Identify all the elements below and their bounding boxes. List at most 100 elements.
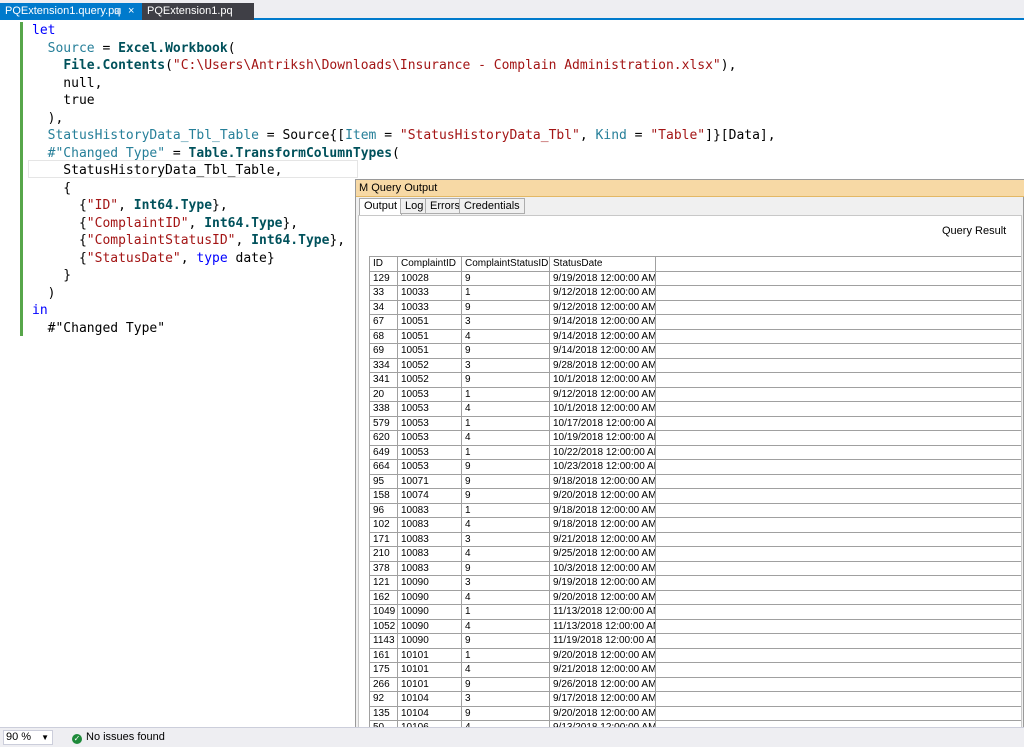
cell-complaintid[interactable]: 10101 [398,663,462,678]
cell-id[interactable]: 121 [370,576,398,591]
cell-id[interactable]: 334 [370,358,398,373]
cell-statusdate[interactable]: 9/25/2018 12:00:00 AM [550,547,656,562]
cell-complaintid[interactable]: 10090 [398,619,462,634]
cell-id[interactable]: 266 [370,677,398,692]
cell-statusdate[interactable]: 11/13/2018 12:00:00 AM [550,605,656,620]
column-header-complaintstatusid[interactable]: ComplaintStatusID [462,257,550,272]
cell-complaintid[interactable]: 10051 [398,315,462,330]
table-row[interactable]: 171 10083 3 9/21/2018 12:00:00 AM [370,532,1021,547]
cell-complaintstatusid[interactable]: 9 [462,474,550,489]
cell-statusdate[interactable]: 9/28/2018 12:00:00 AM [550,358,656,373]
cell-complaintstatusid[interactable]: 9 [462,300,550,315]
cell-complaintstatusid[interactable]: 1 [462,503,550,518]
cell-statusdate[interactable]: 11/13/2018 12:00:00 AM [550,619,656,634]
cell-id[interactable]: 95 [370,474,398,489]
tab-query-file[interactable]: PQExtension1.query.pq ⊞ × [0,3,142,20]
table-row[interactable]: 378 10083 9 10/3/2018 12:00:00 AM [370,561,1021,576]
cell-statusdate[interactable]: 9/18/2018 12:00:00 AM [550,518,656,533]
cell-statusdate[interactable]: 9/17/2018 12:00:00 AM [550,692,656,707]
cell-complaintstatusid[interactable]: 9 [462,271,550,286]
table-row[interactable]: 210 10083 4 9/25/2018 12:00:00 AM [370,547,1021,562]
column-header-complaintid[interactable]: ComplaintID [398,257,462,272]
code-line[interactable]: StatusHistoryData_Tbl_Table = Source{[It… [32,127,776,145]
cell-complaintid[interactable]: 10052 [398,373,462,388]
cell-statusdate[interactable]: 11/19/2018 12:00:00 AM [550,634,656,649]
cell-id[interactable]: 129 [370,271,398,286]
cell-statusdate[interactable]: 9/18/2018 12:00:00 AM [550,503,656,518]
cell-complaintid[interactable]: 10083 [398,518,462,533]
code-line[interactable]: null, [32,75,102,93]
table-row[interactable]: 95 10071 9 9/18/2018 12:00:00 AM [370,474,1021,489]
table-row[interactable]: 158 10074 9 9/20/2018 12:00:00 AM [370,489,1021,504]
table-row[interactable]: 649 10053 1 10/22/2018 12:00:00 AM [370,445,1021,460]
cell-complaintstatusid[interactable]: 3 [462,315,550,330]
cell-statusdate[interactable]: 10/1/2018 12:00:00 AM [550,373,656,388]
cell-id[interactable]: 92 [370,692,398,707]
cell-id[interactable]: 69 [370,344,398,359]
table-row[interactable]: 334 10052 3 9/28/2018 12:00:00 AM [370,358,1021,373]
cell-complaintid[interactable]: 10051 [398,329,462,344]
code-line[interactable]: {"ComplaintID", Int64.Type}, [32,215,298,233]
code-line[interactable]: ) [32,285,56,303]
code-line[interactable]: in [32,302,48,320]
table-row[interactable]: 96 10083 1 9/18/2018 12:00:00 AM [370,503,1021,518]
table-row[interactable]: 33 10033 1 9/12/2018 12:00:00 AM [370,286,1021,301]
table-row[interactable]: 579 10053 1 10/17/2018 12:00:00 AM [370,416,1021,431]
cell-complaintid[interactable]: 10101 [398,648,462,663]
cell-id[interactable]: 67 [370,315,398,330]
cell-complaintstatusid[interactable]: 1 [462,648,550,663]
cell-complaintid[interactable]: 10083 [398,561,462,576]
cell-id[interactable]: 338 [370,402,398,417]
cell-statusdate[interactable]: 10/22/2018 12:00:00 AM [550,445,656,460]
cell-complaintid[interactable]: 10033 [398,300,462,315]
cell-complaintid[interactable]: 10053 [398,387,462,402]
cell-statusdate[interactable]: 9/12/2018 12:00:00 AM [550,286,656,301]
cell-complaintstatusid[interactable]: 9 [462,373,550,388]
cell-complaintstatusid[interactable]: 9 [462,344,550,359]
column-header-statusdate[interactable]: StatusDate [550,257,656,272]
cell-complaintstatusid[interactable]: 3 [462,532,550,547]
cell-complaintstatusid[interactable]: 4 [462,663,550,678]
cell-complaintid[interactable]: 10090 [398,576,462,591]
cell-id[interactable]: 649 [370,445,398,460]
cell-id[interactable]: 664 [370,460,398,475]
cell-complaintid[interactable]: 10090 [398,634,462,649]
cell-complaintstatusid[interactable]: 3 [462,576,550,591]
table-row[interactable]: 664 10053 9 10/23/2018 12:00:00 AM [370,460,1021,475]
table-row[interactable]: 20 10053 1 9/12/2018 12:00:00 AM [370,387,1021,402]
cell-complaintid[interactable]: 10071 [398,474,462,489]
cell-statusdate[interactable]: 9/14/2018 12:00:00 AM [550,315,656,330]
cell-statusdate[interactable]: 10/19/2018 12:00:00 AM [550,431,656,446]
close-icon[interactable]: × [128,3,134,20]
table-row[interactable]: 341 10052 9 10/1/2018 12:00:00 AM [370,373,1021,388]
cell-complaintid[interactable]: 10090 [398,590,462,605]
table-row[interactable]: 161 10101 1 9/20/2018 12:00:00 AM [370,648,1021,663]
table-row[interactable]: 135 10104 9 9/20/2018 12:00:00 AM [370,706,1021,721]
cell-id[interactable]: 175 [370,663,398,678]
code-line[interactable]: Source = Excel.Workbook( [32,40,236,58]
cell-id[interactable]: 378 [370,561,398,576]
cell-statusdate[interactable]: 9/12/2018 12:00:00 AM [550,387,656,402]
cell-id[interactable]: 158 [370,489,398,504]
table-row[interactable]: 338 10053 4 10/1/2018 12:00:00 AM [370,402,1021,417]
cell-statusdate[interactable]: 9/19/2018 12:00:00 AM [550,576,656,591]
cell-id[interactable]: 579 [370,416,398,431]
cell-complaintstatusid[interactable]: 9 [462,706,550,721]
table-row[interactable]: 92 10104 3 9/17/2018 12:00:00 AM [370,692,1021,707]
cell-id[interactable]: 210 [370,547,398,562]
cell-complaintid[interactable]: 10052 [398,358,462,373]
cell-complaintstatusid[interactable]: 1 [462,605,550,620]
cell-statusdate[interactable]: 9/18/2018 12:00:00 AM [550,474,656,489]
tab-output[interactable]: Output [359,198,403,216]
cell-complaintid[interactable]: 10053 [398,445,462,460]
cell-complaintid[interactable]: 10101 [398,677,462,692]
cell-statusdate[interactable]: 9/21/2018 12:00:00 AM [550,532,656,547]
table-row[interactable]: 1049 10090 1 11/13/2018 12:00:00 AM [370,605,1021,620]
cell-complaintstatusid[interactable]: 4 [462,547,550,562]
cell-id[interactable]: 620 [370,431,398,446]
cell-complaintstatusid[interactable]: 4 [462,619,550,634]
cell-complaintid[interactable]: 10028 [398,271,462,286]
result-grid[interactable]: ID ComplaintID ComplaintStatusID StatusD… [369,256,1021,743]
cell-id[interactable]: 20 [370,387,398,402]
cell-complaintid[interactable]: 10053 [398,402,462,417]
